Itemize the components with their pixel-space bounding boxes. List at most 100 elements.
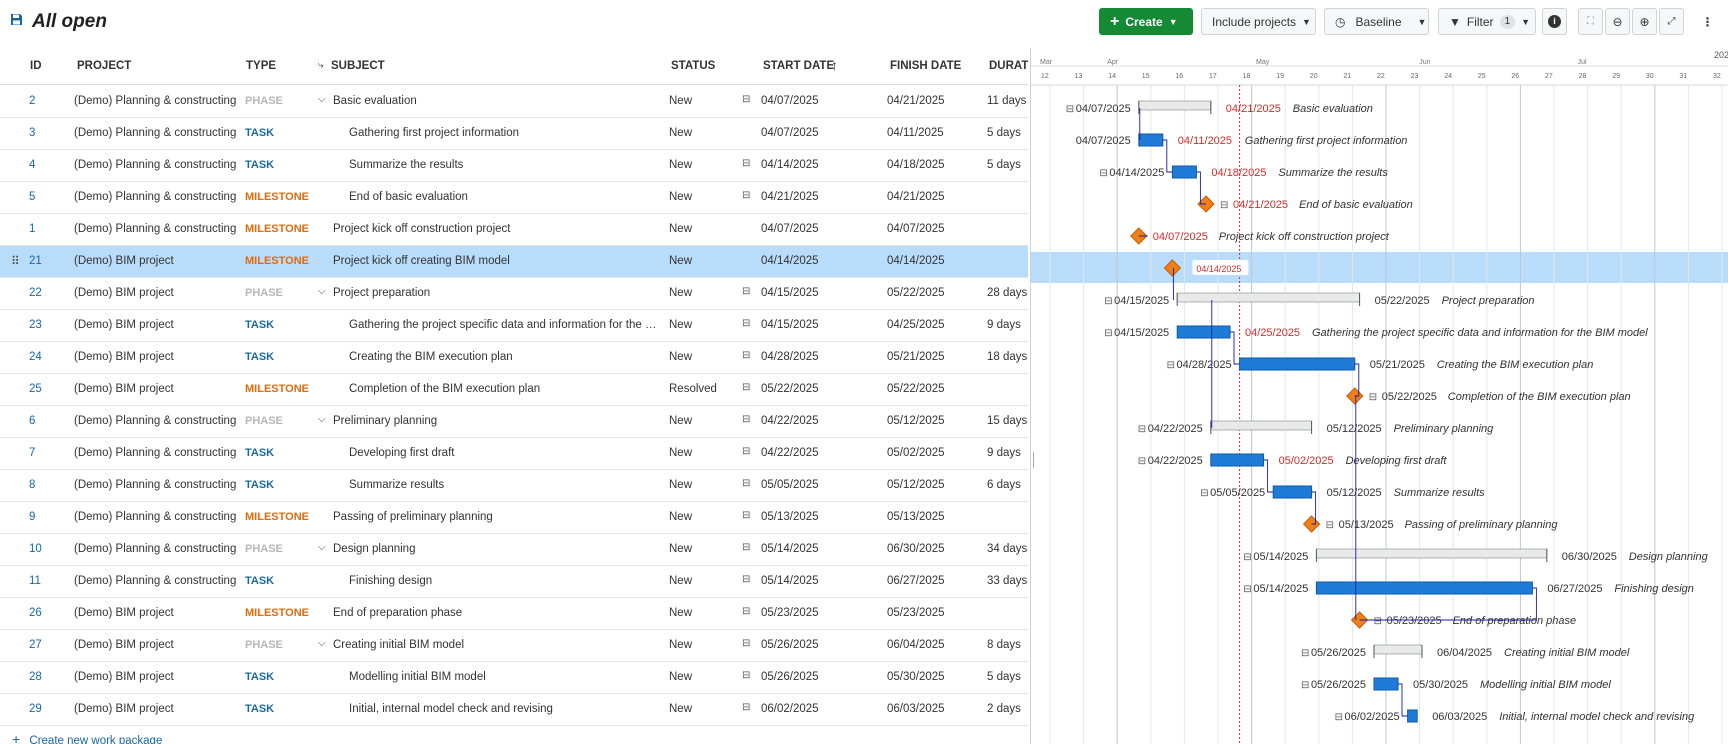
start-date-cell[interactable]: 04/15/2025	[761, 319, 819, 331]
start-date-cell[interactable]: 04/07/2025	[761, 127, 819, 139]
id-link[interactable]: 24	[29, 351, 42, 363]
subject-cell[interactable]: Project kick off creating BIM model	[333, 255, 662, 267]
finish-date-cell[interactable]: 04/07/2025	[887, 223, 945, 235]
start-date-cell[interactable]: 04/15/2025	[761, 287, 819, 299]
table-row[interactable]: ⠿ 21 (Demo) BIM project MILESTONE Project ki…	[0, 246, 1028, 278]
table-row[interactable]: 23 (Demo) BIM project TASK Gathering the pr…	[0, 310, 1028, 342]
table-row[interactable]: 5 (Demo) Planning & constructing MILESTONE…	[0, 182, 1028, 214]
finish-date-cell[interactable]: 04/25/2025	[887, 319, 945, 331]
status-cell[interactable]: Resolved	[669, 383, 717, 395]
duration-cell[interactable]: 2 days	[987, 703, 1021, 715]
finish-date-cell[interactable]: 04/21/2025	[887, 95, 945, 107]
start-date-cell[interactable]: 06/02/2025	[761, 703, 819, 715]
table-row[interactable]: 11 (Demo) Planning & constructing TASK Fini…	[0, 566, 1028, 598]
status-cell[interactable]: New	[669, 223, 692, 235]
subject-cell[interactable]: Developing first draft	[349, 447, 662, 459]
info-button[interactable]: i	[1542, 8, 1567, 35]
start-date-cell[interactable]: 04/14/2025	[761, 255, 819, 267]
status-cell[interactable]: New	[669, 703, 692, 715]
duration-cell[interactable]: 5 days	[987, 159, 1021, 171]
status-cell[interactable]: New	[669, 543, 692, 555]
status-cell[interactable]: New	[669, 575, 692, 587]
subject-cell[interactable]: Creating initial BIM model	[333, 639, 662, 651]
start-date-cell[interactable]: 05/05/2025	[761, 479, 819, 491]
sort-ascending-icon[interactable]: ↑	[831, 57, 838, 73]
subject-cell[interactable]: Creating the BIM execution plan	[349, 351, 662, 363]
table-row[interactable]: 3 (Demo) Planning & constructing TASK Gathe…	[0, 118, 1028, 150]
finish-date-cell[interactable]: 06/30/2025	[887, 543, 945, 555]
id-link[interactable]: 5	[29, 191, 35, 203]
drag-handle-icon[interactable]: ⠿	[11, 254, 20, 268]
finish-date-cell[interactable]: 05/12/2025	[887, 415, 945, 427]
subject-cell[interactable]: Design planning	[333, 543, 662, 555]
status-cell[interactable]: New	[669, 607, 692, 619]
column-header-status[interactable]: STATUS	[671, 60, 715, 72]
column-header-start-date[interactable]: START DATE	[763, 60, 834, 72]
status-cell[interactable]: New	[669, 127, 692, 139]
baseline-button[interactable]: ◷ Baseline ▼	[1324, 8, 1429, 35]
duration-cell[interactable]: 5 days	[987, 671, 1021, 683]
status-cell[interactable]: New	[669, 479, 692, 491]
subject-cell[interactable]: Modelling initial BIM model	[349, 671, 662, 683]
id-link[interactable]: 21	[29, 255, 42, 267]
id-link[interactable]: 7	[29, 447, 35, 459]
status-cell[interactable]: New	[669, 191, 692, 203]
status-cell[interactable]: New	[669, 639, 692, 651]
finish-date-cell[interactable]: 05/13/2025	[887, 511, 945, 523]
table-row[interactable]: 1 (Demo) Planning & constructing MILESTONE…	[0, 214, 1028, 246]
table-row[interactable]: 10 (Demo) Planning & constructing PHASE ⌵ De…	[0, 534, 1028, 566]
id-link[interactable]: 4	[29, 159, 35, 171]
chevron-down-icon[interactable]: ⌵	[318, 286, 326, 297]
id-link[interactable]: 8	[29, 479, 35, 491]
include-projects-button[interactable]: Include projects ▼	[1201, 8, 1316, 35]
finish-date-cell[interactable]: 05/22/2025	[887, 287, 945, 299]
id-link[interactable]: 29	[29, 703, 42, 715]
finish-date-cell[interactable]: 06/03/2025	[887, 703, 945, 715]
status-cell[interactable]: New	[669, 159, 692, 171]
id-link[interactable]: 28	[29, 671, 42, 683]
finish-date-cell[interactable]: 05/30/2025	[887, 671, 945, 683]
status-cell[interactable]: New	[669, 447, 692, 459]
zoom-out-button[interactable]: ⊖	[1605, 8, 1630, 35]
zoom-in-button[interactable]: ⊕	[1632, 8, 1657, 35]
table-row[interactable]: 9 (Demo) Planning & constructing MILESTONE…	[0, 502, 1028, 534]
id-link[interactable]: 22	[29, 287, 42, 299]
column-header-subject[interactable]: SUBJECT	[331, 60, 385, 72]
status-cell[interactable]: New	[669, 319, 692, 331]
column-header-project[interactable]: PROJECT	[77, 60, 131, 72]
table-row[interactable]: 24 (Demo) BIM project TASK Creating the BIM…	[0, 342, 1028, 374]
subject-cell[interactable]: Summarize results	[349, 479, 662, 491]
column-header-finish-date[interactable]: FINISH DATE	[890, 60, 961, 72]
finish-date-cell[interactable]: 05/02/2025	[887, 447, 945, 459]
subject-cell[interactable]: End of preparation phase	[333, 607, 662, 619]
start-date-cell[interactable]: 04/07/2025	[761, 223, 819, 235]
table-row[interactable]: 29 (Demo) BIM project TASK Initial, interna…	[0, 694, 1028, 726]
status-cell[interactable]: New	[669, 95, 692, 107]
finish-date-cell[interactable]: 04/11/2025	[887, 127, 944, 139]
start-date-cell[interactable]: 05/13/2025	[761, 511, 819, 523]
table-row[interactable]: 6 (Demo) Planning & constructing PHASE ⌵ Pre…	[0, 406, 1028, 438]
chevron-down-icon[interactable]: ⌵	[318, 638, 326, 649]
id-link[interactable]: 25	[29, 383, 42, 395]
duration-cell[interactable]: 5 days	[987, 127, 1021, 139]
duration-cell[interactable]: 18 days	[987, 351, 1027, 363]
table-row[interactable]: 25 (Demo) BIM project MILESTONE Completion …	[0, 374, 1028, 406]
start-date-cell[interactable]: 05/14/2025	[761, 543, 819, 555]
id-link[interactable]: 1	[29, 223, 35, 235]
duration-cell[interactable]: 9 days	[987, 447, 1021, 459]
table-row[interactable]: 26 (Demo) BIM project MILESTONE End of prep…	[0, 598, 1028, 630]
table-row[interactable]: 8 (Demo) Planning & constructing TASK Summa…	[0, 470, 1028, 502]
status-cell[interactable]: New	[669, 511, 692, 523]
status-cell[interactable]: New	[669, 287, 692, 299]
start-date-cell[interactable]: 05/14/2025	[761, 575, 819, 587]
duration-cell[interactable]: 15 days	[987, 415, 1027, 427]
status-cell[interactable]: New	[669, 255, 692, 267]
duration-cell[interactable]: 11 days	[987, 95, 1026, 107]
subject-cell[interactable]: Completion of the BIM execution plan	[349, 383, 662, 395]
hierarchy-icon[interactable]: ⤷	[318, 60, 324, 71]
start-date-cell[interactable]: 05/22/2025	[761, 383, 819, 395]
id-link[interactable]: 23	[29, 319, 42, 331]
column-header-type[interactable]: TYPE	[246, 60, 276, 72]
id-link[interactable]: 2	[29, 95, 35, 107]
duration-cell[interactable]: 28 days	[987, 287, 1027, 299]
